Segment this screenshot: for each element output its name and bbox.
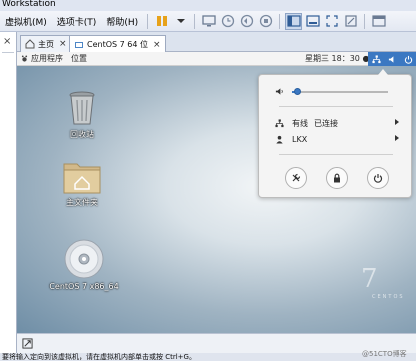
user-label: LKX — [292, 134, 308, 144]
menu-divider — [279, 154, 393, 155]
desktop-icon-label: 主文件夹 — [66, 198, 98, 207]
home-folder-icon — [63, 163, 101, 194]
tab-bar: 主页 × CentOS 7 64 位 × — [17, 32, 416, 53]
menubar: 虚拟机(M) 选项卡(T) 帮助(H) — [0, 11, 416, 32]
tab-close-button[interactable]: × — [153, 40, 161, 50]
volume-row — [275, 87, 388, 96]
monitor-icon — [201, 15, 216, 27]
applications-label: 应用程序 — [31, 54, 63, 63]
library-view-icon — [372, 15, 386, 27]
full-screen-icon — [306, 15, 320, 27]
disc-desktop-icon[interactable]: CentOS 7 x86_64 — [47, 239, 121, 291]
tab-home[interactable]: 主页 × — [20, 35, 72, 52]
desktop-icon-label: 回收站 — [70, 130, 94, 139]
applications-menu[interactable]: 应用程序 — [17, 53, 67, 64]
system-menu: 有线 已连接 LKX — [258, 69, 412, 198]
menu-tabs[interactable]: 选项卡(T) — [52, 15, 102, 28]
wired-status: 已连接 — [314, 118, 338, 128]
stretch-icon — [345, 15, 357, 27]
library-view-button[interactable] — [370, 13, 387, 30]
menu-help[interactable]: 帮助(H) — [101, 15, 143, 28]
centos-wallpaper-word: CENTOS — [372, 294, 405, 300]
disc-icon — [64, 239, 104, 279]
settings-button[interactable] — [285, 167, 307, 189]
pause-icon — [156, 16, 167, 26]
power-icon — [404, 55, 412, 64]
pause-dropdown-button[interactable] — [172, 13, 189, 30]
watermark: @51CTO博客 — [362, 350, 407, 358]
library-close-button[interactable]: × — [3, 36, 11, 47]
centos-wallpaper-mark: 7 — [361, 264, 378, 294]
unity-button[interactable] — [323, 13, 340, 30]
vm-icon — [75, 41, 83, 48]
settings-icon — [292, 173, 301, 182]
power-icon — [373, 174, 383, 183]
lock-icon — [334, 173, 340, 183]
send-ctrl-alt-del-button[interactable] — [200, 13, 217, 30]
stretch-button[interactable] — [342, 13, 359, 30]
snapshot-button[interactable] — [219, 13, 236, 30]
pause-button[interactable] — [153, 13, 170, 30]
window-title: Workstation — [0, 0, 416, 11]
clock[interactable]: 星期三 18：30 ● — [305, 52, 369, 66]
fit-guest-icon[interactable] — [22, 338, 33, 349]
chevron-right-icon — [395, 119, 399, 125]
foot-icon — [21, 55, 28, 62]
system-status-area[interactable] — [368, 52, 416, 66]
library-panel: × — [0, 32, 17, 361]
trash-desktop-icon[interactable]: 回收站 — [52, 90, 112, 140]
desktop-icon-label: CentOS 7 x86_64 — [49, 282, 119, 291]
menu-vm[interactable]: 虚拟机(M) — [0, 15, 52, 28]
tab-label: CentOS 7 64 位 — [87, 40, 148, 49]
toolbar-separator — [194, 13, 196, 29]
snapshot-revert-button[interactable] — [238, 13, 255, 30]
home-icon — [25, 39, 35, 49]
tab-close-button[interactable]: × — [59, 39, 67, 49]
volume-icon — [388, 55, 393, 63]
trash-icon — [69, 91, 95, 125]
home-folder-desktop-icon[interactable]: 主文件夹 — [52, 160, 112, 208]
library-divider — [2, 52, 14, 53]
chevron-down-icon — [176, 19, 185, 23]
console-view-icon — [287, 15, 301, 27]
snapshot-manager-button[interactable] — [257, 13, 274, 30]
speaker-icon — [275, 88, 283, 95]
input-hint: 要将输入定向到该虚拟机，请在虚拟机内部单击或按 Ctrl+G。 — [0, 353, 416, 361]
unity-icon — [326, 15, 338, 27]
toolbar-separator — [364, 13, 366, 29]
snapshot-manager-icon — [259, 14, 272, 28]
user-item[interactable]: LKX — [275, 133, 399, 145]
tab-centos[interactable]: CentOS 7 64 位 × — [69, 35, 166, 53]
power-off-button[interactable] — [367, 167, 389, 189]
toolbar-separator — [147, 13, 149, 29]
snapshot-icon — [221, 14, 234, 28]
chevron-right-icon — [395, 135, 399, 141]
volume-slider-handle[interactable] — [293, 87, 301, 95]
network-icon — [371, 54, 381, 63]
volume-slider[interactable] — [292, 87, 388, 95]
wired-network-item[interactable]: 有线 已连接 — [275, 117, 399, 129]
lock-button[interactable] — [326, 167, 348, 189]
snapshot-revert-icon — [240, 14, 253, 28]
view-console-button[interactable] — [285, 12, 303, 30]
wired-label: 有线 — [292, 118, 308, 128]
places-menu[interactable]: 位置 — [67, 53, 91, 64]
full-screen-button[interactable] — [304, 13, 321, 30]
network-icon — [275, 118, 284, 127]
tab-label: 主页 — [38, 39, 54, 49]
user-icon — [276, 135, 283, 144]
toolbar-separator — [279, 13, 281, 29]
vm-status-bar — [17, 333, 416, 353]
menu-divider — [279, 106, 393, 107]
